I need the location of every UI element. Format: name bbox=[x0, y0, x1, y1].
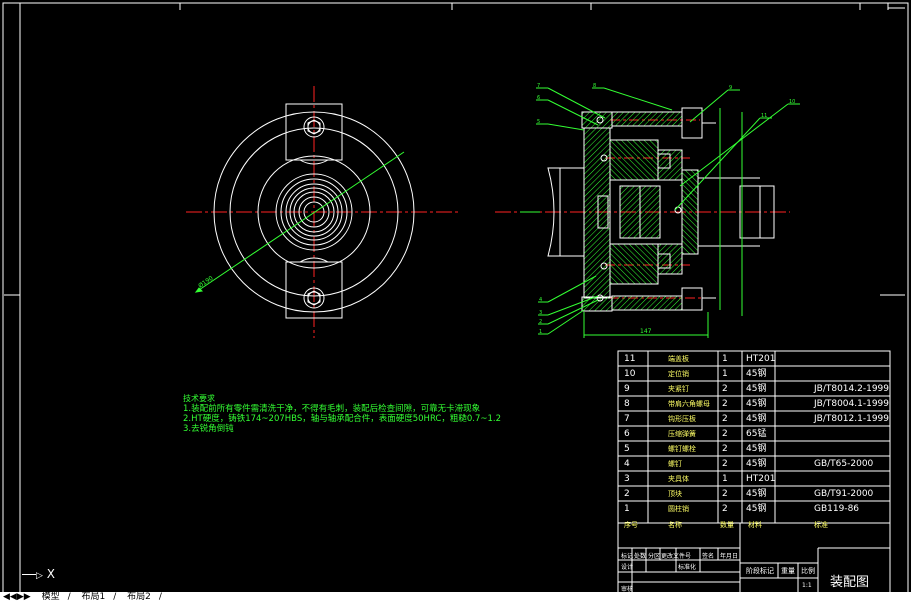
bom-cell-qty: 2 bbox=[722, 504, 728, 514]
bom-cell-no: 6 bbox=[624, 429, 630, 439]
balloon-4: 4 bbox=[539, 297, 542, 303]
bom-cell-qty: 2 bbox=[722, 489, 728, 499]
tb-change-doc: 更改文件号 bbox=[661, 553, 692, 560]
bom-cell-name: 定位销 bbox=[668, 370, 689, 378]
bom-cell-no: 1 bbox=[624, 504, 630, 514]
bom-cell-material: 45钢 bbox=[746, 414, 767, 424]
bom-cell-std: GB119-86 bbox=[814, 504, 860, 514]
balloon-7: 7 bbox=[537, 83, 540, 89]
bom-cell-qty: 2 bbox=[722, 399, 728, 409]
tb-weight: 重量 bbox=[781, 567, 795, 575]
tab-layout1[interactable]: 布局1 bbox=[78, 592, 110, 602]
bom-cell-no: 7 bbox=[624, 414, 630, 424]
bom-header-material: 材料 bbox=[748, 521, 762, 529]
notes-line-1: 1.装配前所有零件需清洗干净，不得有毛刺，装配后检查间隙，可靠无卡滞现象 bbox=[183, 404, 481, 414]
bom-cell-qty: 2 bbox=[722, 414, 728, 424]
bom-cell-name: 顶块 bbox=[668, 490, 682, 498]
bom-cell-name: 夹具体 bbox=[668, 475, 689, 483]
tb-stage-mark: 阶段标记 bbox=[746, 567, 774, 575]
bom-cell-qty: 2 bbox=[722, 384, 728, 394]
bom-cell-qty: 2 bbox=[722, 459, 728, 469]
balloon-5: 5 bbox=[537, 119, 540, 125]
bom-cell-name: 圆柱销 bbox=[668, 505, 689, 513]
bom-cell-std: JB/T8014.2-1999 bbox=[814, 384, 890, 394]
bom-cell-std: JB/T8004.1-1999 bbox=[814, 399, 890, 409]
tb-signature: 签名 bbox=[702, 553, 715, 560]
bom-cell-material: 45钢 bbox=[746, 504, 767, 514]
bom-cell-no: 4 bbox=[624, 459, 630, 469]
layout-tabs: ◀◀▶▶ 模型 / 布局1/ 布局2/ bbox=[0, 592, 911, 602]
bom-header-qty: 数量 bbox=[720, 521, 734, 529]
tb-scale-label: 比例 bbox=[801, 567, 815, 575]
bom-cell-material: 45钢 bbox=[746, 399, 767, 409]
bom-cell-qty: 2 bbox=[722, 444, 728, 454]
bom-cell-no: 2 bbox=[624, 489, 630, 499]
tb-zone: 分区 bbox=[648, 553, 661, 560]
bom-cell-name: 带肩六角螺母 bbox=[668, 400, 710, 408]
balloon-2: 2 bbox=[539, 319, 542, 325]
bom-cell-no: 11 bbox=[624, 354, 636, 364]
bom-cell-material: 45钢 bbox=[746, 369, 767, 379]
bom-header-std: 标准 bbox=[814, 521, 828, 529]
bom-cell-qty: 1 bbox=[722, 369, 728, 379]
tb-mark: 标记 bbox=[621, 553, 634, 560]
bom-cell-material: HT201 bbox=[746, 354, 776, 364]
drawing-title: 装配图 bbox=[830, 575, 870, 590]
bom-cell-std: GB/T65-2000 bbox=[814, 459, 874, 469]
bom-cell-material: 45钢 bbox=[746, 489, 767, 499]
balloon-8: 8 bbox=[593, 83, 596, 89]
ucs-x-label: X bbox=[46, 567, 55, 581]
ucs-icon: ▷ X bbox=[22, 567, 55, 581]
bom-cell-std: GB/T91-2000 bbox=[814, 489, 874, 499]
tb-date: 年月日 bbox=[720, 553, 739, 560]
balloon-6: 6 bbox=[537, 95, 540, 101]
bom-cell-no: 8 bbox=[624, 399, 630, 409]
bom-cell-material: 65锰 bbox=[746, 429, 767, 439]
bom-cell-qty: 1 bbox=[722, 354, 728, 364]
bom-cell-name: 螺钉 bbox=[668, 460, 682, 468]
bom-cell-qty: 2 bbox=[722, 429, 728, 439]
bom-cell-name: 压缩弹簧 bbox=[668, 430, 696, 438]
bom-cell-name: 端盖板 bbox=[668, 355, 689, 363]
balloon-3: 3 bbox=[539, 310, 542, 316]
diameter-dimension: Ø190 bbox=[197, 275, 214, 290]
right-section-view: 147 7 6 5 4 3 2 1 8 9 10 11 bbox=[495, 83, 800, 338]
bom-cell-std: JB/T8012.1-1999 bbox=[814, 414, 890, 424]
bom-cell-material: 45钢 bbox=[746, 459, 767, 469]
bom-cell-no: 10 bbox=[624, 369, 636, 379]
tab-model[interactable]: 模型 bbox=[38, 592, 64, 602]
bom-cell-name: 夹紧钉 bbox=[668, 385, 689, 393]
notes-line-3: 3.去锐角倒钝 bbox=[183, 424, 234, 434]
bom-header-no: 序号 bbox=[624, 521, 638, 529]
balloon-1: 1 bbox=[539, 329, 542, 335]
bom-cell-no: 9 bbox=[624, 384, 630, 394]
bom-cell-material: 45钢 bbox=[746, 444, 767, 454]
bom-cell-name: 螺钉螺栓 bbox=[668, 445, 696, 453]
bom-cell-name: 钩形压板 bbox=[668, 415, 696, 423]
bom-cell-material: HT201 bbox=[746, 474, 776, 484]
tab-layout2[interactable]: 布局2 bbox=[123, 592, 155, 602]
tb-design: 设计 bbox=[621, 564, 634, 571]
balloon-11: 11 bbox=[761, 113, 767, 119]
bom-cell-no: 5 bbox=[624, 444, 630, 454]
bom-cell-material: 45钢 bbox=[746, 384, 767, 394]
cad-drawing-canvas[interactable]: Ø190 147 7 6 5 4 3 2 1 8 9 10 11 bbox=[0, 0, 911, 602]
balloon-10: 10 bbox=[789, 99, 795, 105]
technical-notes: 技术要求 1.装配前所有零件需清洗干净，不得有毛刺，装配后检查间隙，可靠无卡滞现… bbox=[183, 394, 501, 434]
tb-count: 处数 bbox=[634, 553, 647, 560]
tb-scale-value: 1:1 bbox=[802, 582, 812, 589]
left-end-view: Ø190 bbox=[186, 86, 460, 338]
bom-header-name: 名称 bbox=[668, 521, 682, 529]
drawing-frame bbox=[2, 2, 909, 598]
notes-heading: 技术要求 bbox=[183, 394, 215, 403]
balloon-9: 9 bbox=[729, 85, 732, 91]
bom-cell-no: 3 bbox=[624, 474, 630, 484]
bom-cell-qty: 1 bbox=[722, 474, 728, 484]
notes-line-2: 2.HT硬度，铸铁174~207HBS，轴与轴承配合件，表面硬度50HRC，粗糙… bbox=[183, 414, 502, 424]
length-dimension: 147 bbox=[640, 328, 652, 335]
tb-standardization: 标准化 bbox=[678, 564, 697, 571]
